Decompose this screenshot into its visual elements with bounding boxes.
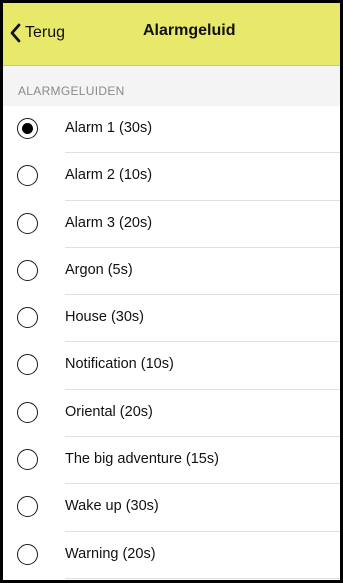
sound-label: Argon (5s) <box>65 261 133 278</box>
radio-button[interactable] <box>17 543 38 565</box>
sound-label: Oriental (20s) <box>65 403 153 420</box>
section-header-label: ALARMGELUIDEN <box>18 84 125 98</box>
section-header: ALARMGELUIDEN <box>3 66 340 106</box>
content: ALARMGELUIDEN Alarm 1 (30s) Alarm 2 (10s… <box>3 66 340 580</box>
page-title: Alarmgeluid <box>143 22 236 39</box>
navigation-bar: Terug Alarmgeluid <box>3 3 340 66</box>
sound-option[interactable]: Alarm 1 (30s) <box>3 106 340 154</box>
sound-list: Alarm 1 (30s) Alarm 2 (10s) Alarm 3 (20s… <box>3 106 340 579</box>
separator <box>65 577 340 579</box>
screen: Terug Alarmgeluid ALARMGELUIDEN Alarm 1 … <box>3 3 340 580</box>
radio-button[interactable] <box>17 259 38 281</box>
sound-option[interactable]: Alarm 2 (10s) <box>3 153 340 201</box>
radio-button[interactable] <box>17 165 38 187</box>
radio-button[interactable] <box>17 496 38 518</box>
sound-label: Alarm 3 (20s) <box>65 214 153 231</box>
radio-button[interactable] <box>17 401 38 423</box>
sound-label: Notification (10s) <box>65 356 174 373</box>
sound-label: House (30s) <box>65 309 144 326</box>
sound-label: Alarm 1 (30s) <box>65 120 153 136</box>
radio-button[interactable] <box>17 212 38 234</box>
radio-button[interactable] <box>17 354 38 376</box>
sound-option[interactable]: Argon (5s) <box>3 248 340 296</box>
sound-label: Warning (20s) <box>65 545 156 562</box>
back-label: Terug <box>25 24 66 41</box>
sound-option[interactable]: Warning (20s) <box>3 532 340 579</box>
sound-label: Wake up (30s) <box>65 498 159 515</box>
radio-button-selected[interactable] <box>17 118 38 139</box>
sound-label: The big adventure (15s) <box>65 451 219 468</box>
radio-button[interactable] <box>17 307 38 329</box>
sound-option[interactable]: Notification (10s) <box>3 342 340 390</box>
sound-option[interactable]: The big adventure (15s) <box>3 437 340 485</box>
chevron-left-icon <box>9 23 21 43</box>
sound-option[interactable]: Oriental (20s) <box>3 390 340 438</box>
radio-selected-dot <box>21 122 33 134</box>
sound-option[interactable]: Alarm 3 (20s) <box>3 201 340 248</box>
sound-label: Alarm 2 (10s) <box>65 167 153 184</box>
sound-option[interactable]: House (30s) <box>3 295 340 343</box>
radio-button[interactable] <box>17 449 38 471</box>
sound-option[interactable]: Wake up (30s) <box>3 484 340 532</box>
back-button[interactable]: Terug <box>9 17 65 49</box>
